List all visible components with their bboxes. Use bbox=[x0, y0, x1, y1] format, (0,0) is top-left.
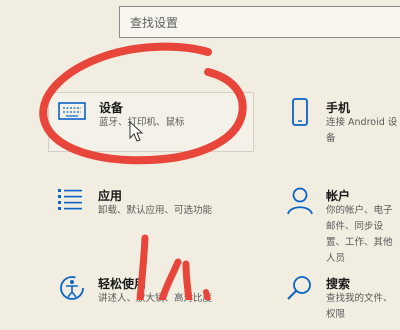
tile-title: 设备 bbox=[99, 101, 124, 115]
tile-title: 轻松使用 bbox=[98, 277, 147, 291]
apps-list-icon bbox=[58, 189, 82, 210]
tile-description: 讲述人、放大镜、高对比度 bbox=[98, 293, 213, 304]
search-icon bbox=[287, 276, 311, 300]
tile-ease-of-access[interactable]: 轻松使用 讲述人、放大镜、高对比度 bbox=[48, 272, 254, 330]
ease-of-access-icon bbox=[60, 276, 84, 300]
tile-phone[interactable]: 手机 连接 Android 设备 bbox=[280, 96, 398, 154]
tile-title: 搜索 bbox=[326, 277, 351, 291]
keyboard-icon bbox=[58, 102, 86, 120]
tile-search[interactable]: 搜索 查找我的文件、权限 bbox=[280, 272, 398, 330]
settings-search-box[interactable]: 查找设置 bbox=[119, 6, 400, 38]
tile-title: 帐户 bbox=[326, 189, 351, 203]
tile-title: 应用 bbox=[98, 189, 123, 203]
tile-description: 连接 Android 设备 bbox=[326, 117, 398, 144]
tile-description: 蓝牙、打印机、鼠标 bbox=[99, 117, 185, 128]
tile-accounts[interactable]: 帐户 你的帐户、电子邮件、同步设置、工作、其他人员 bbox=[280, 184, 398, 264]
tile-description: 查找我的文件、权限 bbox=[326, 293, 393, 320]
tile-devices[interactable]: 设备 蓝牙、打印机、鼠标 bbox=[48, 92, 254, 152]
person-icon bbox=[287, 187, 313, 215]
tile-description: 你的帐户、电子邮件、同步设置、工作、其他人员 bbox=[326, 205, 393, 264]
tile-description: 卸载、默认应用、可选功能 bbox=[98, 205, 213, 216]
phone-icon bbox=[292, 98, 308, 126]
tile-title: 手机 bbox=[326, 101, 351, 115]
tile-apps[interactable]: 应用 卸载、默认应用、可选功能 bbox=[48, 184, 254, 242]
search-input[interactable]: 查找设置 bbox=[130, 14, 178, 31]
